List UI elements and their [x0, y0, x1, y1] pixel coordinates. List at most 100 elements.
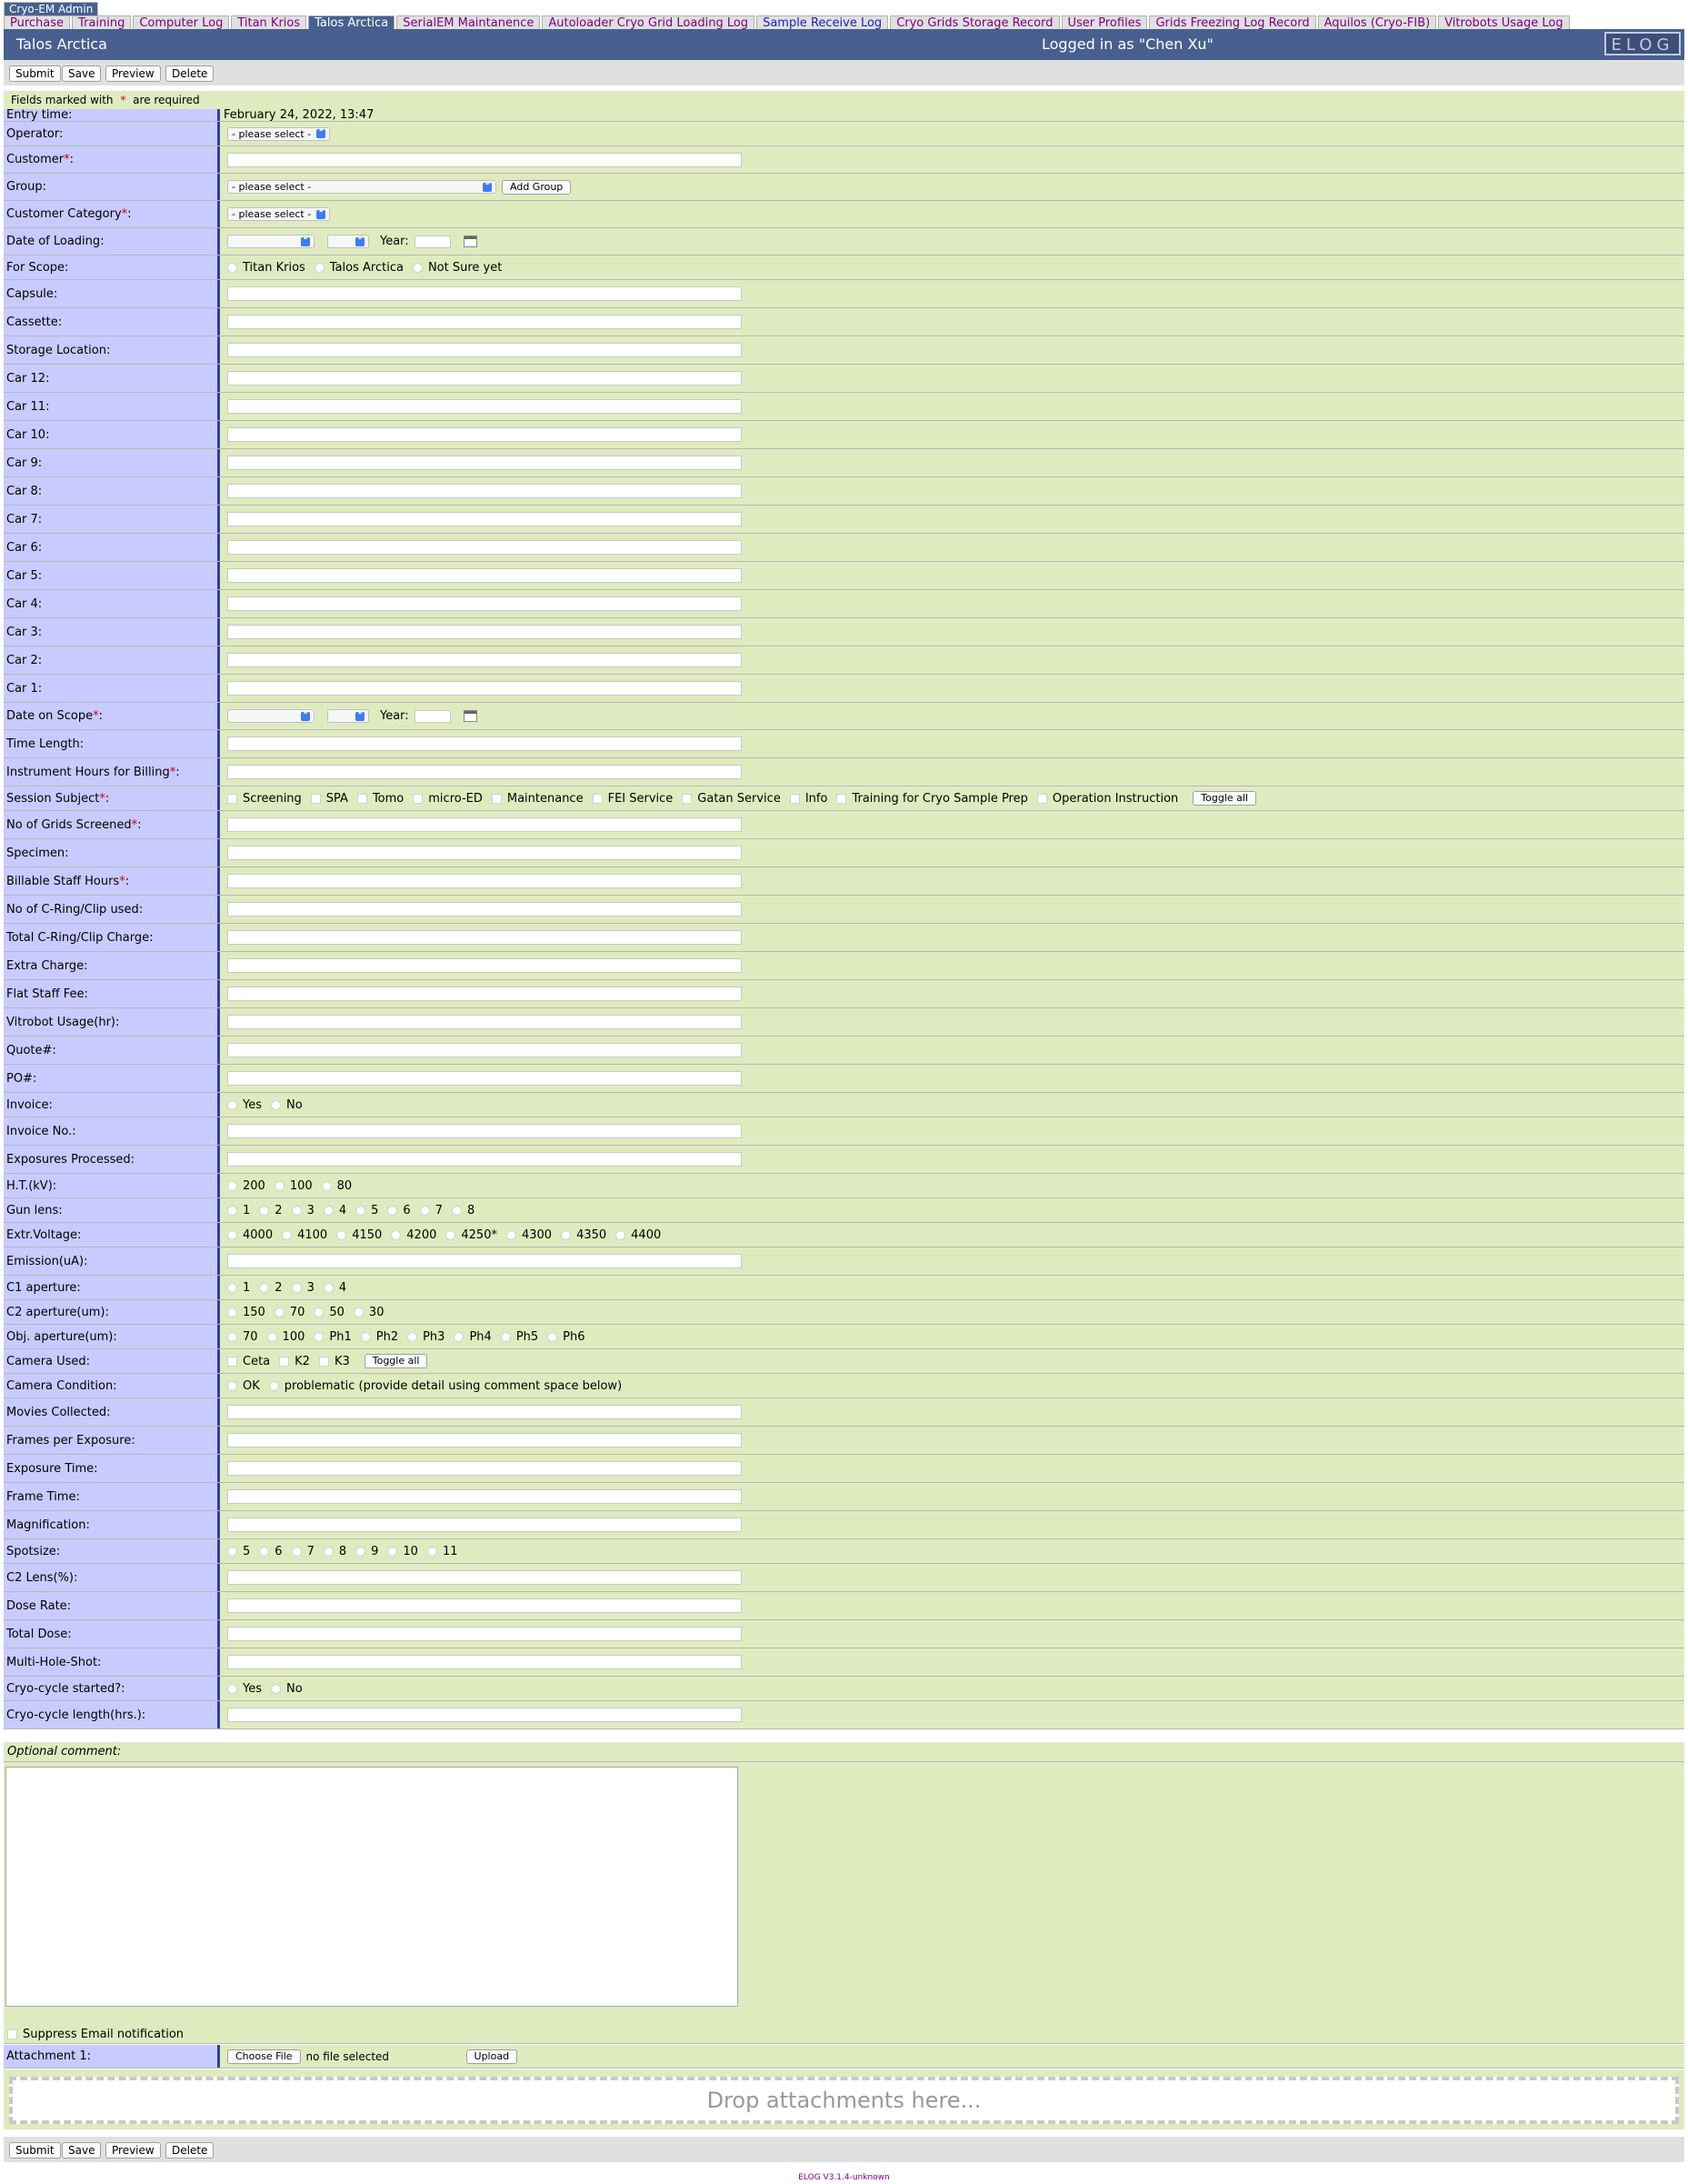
- billable-staff-hours-input[interactable]: [227, 874, 742, 888]
- extr-voltage-option-4400[interactable]: 4400: [615, 1228, 661, 1242]
- magnification-input[interactable]: [227, 1518, 742, 1532]
- gun-lens-option-3[interactable]: 3: [291, 1204, 315, 1217]
- car-6-input[interactable]: [227, 540, 742, 555]
- session-subject-option-maintenance[interactable]: Maintenance: [491, 792, 584, 806]
- save-button[interactable]: Save: [62, 2142, 102, 2159]
- c2-lens-input[interactable]: [227, 1570, 742, 1585]
- checkbox[interactable]: [356, 793, 367, 804]
- car-12-input[interactable]: [227, 371, 742, 386]
- date-on-scope-month-select[interactable]: [227, 709, 315, 723]
- calendar-icon[interactable]: [463, 710, 477, 722]
- extr-voltage-option-4150[interactable]: 4150: [336, 1228, 382, 1242]
- checkbox[interactable]: [413, 793, 424, 804]
- gun-lens-option-7[interactable]: 7: [419, 1204, 443, 1217]
- radio-button[interactable]: [561, 1229, 572, 1240]
- date-on-scope-year-input[interactable]: [414, 709, 451, 723]
- cryo-cycle-started-option-yes[interactable]: Yes: [227, 1682, 262, 1696]
- add-group-button[interactable]: Add Group: [502, 179, 572, 195]
- spotsize-option-11[interactable]: 11: [426, 1545, 458, 1558]
- frame-time-input[interactable]: [227, 1489, 742, 1504]
- radio-button[interactable]: [321, 1180, 332, 1191]
- session-subject-option-spa[interactable]: SPA: [310, 792, 348, 806]
- radio-button[interactable]: [387, 1546, 398, 1557]
- radio-button[interactable]: [547, 1331, 558, 1342]
- radio-button[interactable]: [259, 1205, 270, 1216]
- extr-voltage-option-4300[interactable]: 4300: [505, 1228, 552, 1242]
- choose-file-button[interactable]: Choose File: [227, 2049, 301, 2064]
- checkbox[interactable]: [491, 793, 502, 804]
- camera-used-option-k2[interactable]: K2: [279, 1355, 310, 1368]
- flat-staff-fee-input[interactable]: [227, 987, 742, 1001]
- radio-button[interactable]: [227, 1307, 237, 1317]
- radio-button[interactable]: [314, 1307, 325, 1317]
- spotsize-option-7[interactable]: 7: [291, 1545, 315, 1558]
- radio-button[interactable]: [274, 1307, 285, 1317]
- radio-button[interactable]: [271, 1683, 281, 1694]
- c2-aperture-um-option-150[interactable]: 150: [227, 1306, 265, 1319]
- exposure-time-input[interactable]: [227, 1461, 742, 1476]
- radio-button[interactable]: [355, 1546, 366, 1557]
- group-select[interactable]: - please select -: [227, 180, 496, 194]
- dose-rate-input[interactable]: [227, 1598, 742, 1613]
- delete-button[interactable]: Delete: [165, 65, 215, 82]
- radio-button[interactable]: [266, 1331, 277, 1342]
- car-9-input[interactable]: [227, 456, 742, 470]
- time-length-input[interactable]: [227, 736, 742, 751]
- for-scope-option-not-sure-yet[interactable]: Not Sure yet: [412, 261, 502, 275]
- save-button[interactable]: Save: [62, 65, 102, 82]
- checkbox[interactable]: [227, 1356, 237, 1367]
- comment-textarea[interactable]: [5, 1767, 738, 2007]
- extr-voltage-option-4350[interactable]: 4350: [561, 1228, 606, 1242]
- session-subject-option-info[interactable]: Info: [789, 792, 827, 806]
- session-subject-option-micro-ed[interactable]: micro-ED: [413, 792, 483, 806]
- gun-lens-option-2[interactable]: 2: [259, 1204, 283, 1217]
- cryo-cycle-length-hrs-input[interactable]: [227, 1708, 742, 1722]
- camera-condition-option-ok[interactable]: OK: [227, 1379, 260, 1393]
- radio-button[interactable]: [355, 1205, 366, 1216]
- radio-button[interactable]: [227, 1229, 237, 1240]
- specimen-input[interactable]: [227, 846, 742, 860]
- obj-aperture-um-option-ph6[interactable]: Ph6: [547, 1330, 585, 1344]
- radio-button[interactable]: [323, 1205, 334, 1216]
- h-t-kv-option-200[interactable]: 200: [227, 1179, 265, 1193]
- spotsize-option-8[interactable]: 8: [323, 1545, 346, 1558]
- radio-button[interactable]: [454, 1331, 464, 1342]
- radio-button[interactable]: [314, 262, 325, 273]
- spotsize-option-10[interactable]: 10: [387, 1545, 418, 1558]
- footer-version[interactable]: ELOG V3.1.4-unknown: [0, 2173, 1688, 2182]
- upload-button[interactable]: Upload: [465, 2049, 518, 2064]
- car-4-input[interactable]: [227, 596, 742, 611]
- delete-button[interactable]: Delete: [165, 2142, 215, 2159]
- radio-button[interactable]: [227, 1331, 237, 1342]
- toggle-all-button[interactable]: Toggle all: [1193, 791, 1256, 806]
- date-on-scope-day-select[interactable]: [327, 709, 369, 723]
- car-3-input[interactable]: [227, 625, 742, 639]
- radio-button[interactable]: [291, 1546, 302, 1557]
- toggle-all-button[interactable]: Toggle all: [364, 1354, 428, 1368]
- radio-button[interactable]: [314, 1331, 325, 1342]
- calendar-icon[interactable]: [463, 235, 477, 247]
- radio-button[interactable]: [259, 1282, 270, 1293]
- radio-button[interactable]: [391, 1229, 402, 1240]
- radio-button[interactable]: [445, 1229, 456, 1240]
- c2-aperture-um-option-50[interactable]: 50: [314, 1306, 345, 1319]
- session-subject-option-screening[interactable]: Screening: [227, 792, 302, 806]
- radio-button[interactable]: [227, 1180, 237, 1191]
- radio-button[interactable]: [323, 1282, 334, 1293]
- extra-charge-input[interactable]: [227, 958, 742, 973]
- radio-button[interactable]: [419, 1205, 430, 1216]
- obj-aperture-um-option-ph4[interactable]: Ph4: [454, 1330, 492, 1344]
- radio-button[interactable]: [336, 1229, 347, 1240]
- obj-aperture-um-option-ph3[interactable]: Ph3: [407, 1330, 444, 1344]
- cassette-input[interactable]: [227, 315, 742, 329]
- checkbox[interactable]: [1036, 793, 1047, 804]
- group-tab[interactable]: Cryo-EM Admin: [4, 2, 99, 16]
- radio-button[interactable]: [451, 1205, 462, 1216]
- radio-button[interactable]: [274, 1180, 285, 1191]
- gun-lens-option-4[interactable]: 4: [323, 1204, 346, 1217]
- radio-button[interactable]: [227, 1546, 237, 1557]
- radio-button[interactable]: [227, 262, 237, 273]
- session-subject-option-training-for-cryo-sa[interactable]: Training for Cryo Sample Prep: [836, 792, 1028, 806]
- frames-per-exposure-input[interactable]: [227, 1433, 742, 1448]
- attachment-drop-zone[interactable]: Drop attachments here...: [9, 2077, 1679, 2124]
